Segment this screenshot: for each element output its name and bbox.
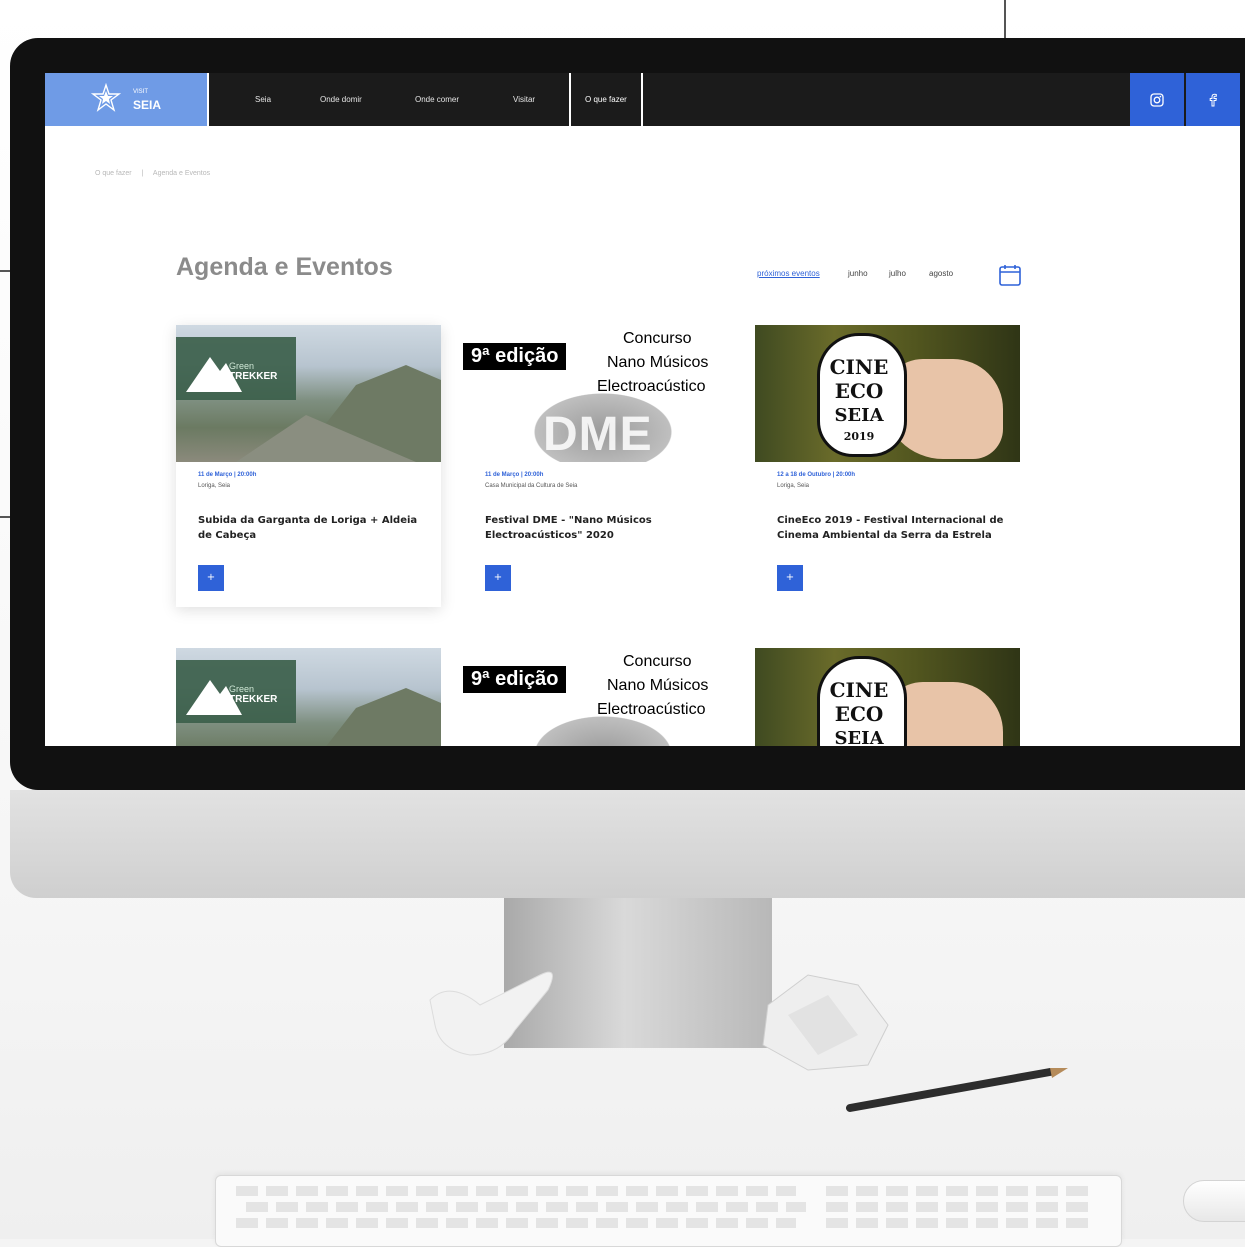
breadcrumb: O que fazer | Agenda e Eventos	[95, 170, 210, 177]
event-card[interactable]: CINE ECO SEIA	[755, 648, 1020, 746]
dme-image-text-nano: Nano Músicos	[607, 677, 709, 694]
filter-agosto[interactable]: agosto	[929, 269, 953, 278]
facebook-icon	[1209, 93, 1217, 106]
event-location: Casa Municipal da Cultura de Seia	[485, 483, 578, 489]
dme-image-text-edition: 9ª edição	[463, 343, 567, 370]
dme-image-text-concurso: Concurso	[623, 653, 692, 670]
pencil	[846, 1068, 1068, 1112]
event-card[interactable]: Green TREKKER	[176, 648, 441, 746]
event-image-dme: 9ª edição Concurso Nano Músicos Electroa…	[463, 648, 728, 746]
cineeco-text-year: 2019	[843, 430, 875, 443]
cineeco-text-seia: SEIA	[834, 728, 884, 746]
event-more-button[interactable]: +	[485, 565, 511, 591]
dme-image-text-edition: 9ª edição	[463, 666, 567, 693]
event-image-cineeco: CINE ECO SEIA	[755, 648, 1020, 746]
green-trekker-text-green: Green	[229, 361, 255, 371]
event-more-button[interactable]: +	[777, 565, 803, 591]
event-title[interactable]: CineEco 2019 - Festival Internacional de…	[777, 513, 1007, 543]
star-logo-icon	[91, 83, 121, 112]
logo-seia-text: SEIA	[133, 98, 162, 112]
nav-item-onde-comer[interactable]: Onde comer	[415, 73, 459, 126]
green-trekker-text-trekker: TREKKER	[229, 694, 278, 705]
breadcrumb-separator: |	[141, 170, 144, 177]
dme-image-text-electro: Electroacústico	[597, 378, 706, 395]
event-title[interactable]: Subida da Garganta de Loriga + Aldeia de…	[198, 513, 428, 543]
logo-visit-text: VISIT	[133, 89, 149, 95]
event-image-cineeco: CINE ECO SEIA 2019	[755, 325, 1020, 462]
green-trekker-text-trekker: TREKKER	[229, 371, 278, 382]
event-location: Loriga, Seia	[198, 483, 231, 489]
crumpled-paper	[762, 974, 889, 1071]
mouse	[1183, 1180, 1245, 1222]
page-title: Agenda e Eventos	[176, 253, 393, 281]
green-trekker-text-green: Green	[229, 684, 255, 694]
filter-junho[interactable]: junho	[848, 269, 868, 278]
event-image-green-trekker: Green TREKKER	[176, 648, 441, 746]
breadcrumb-item-agenda[interactable]: Agenda e Eventos	[153, 170, 210, 177]
dme-image-text-dme: DME	[543, 408, 653, 461]
instagram-button[interactable]	[1130, 73, 1184, 126]
event-date: 11 de Março | 20:00h	[485, 472, 544, 478]
keyboard	[215, 1175, 1122, 1247]
instagram-icon	[1150, 92, 1164, 107]
event-image-green-trekker: Green TREKKER	[176, 325, 441, 462]
cineeco-text-cine: CINE	[829, 678, 889, 702]
monitor-chin	[10, 790, 1245, 898]
event-card[interactable]: Green TREKKER 11 de Março | 20:00h Lorig…	[176, 325, 441, 607]
event-card[interactable]: CINE ECO SEIA 2019 12 a 18 de Outubro | …	[755, 325, 1020, 607]
event-location: Loriga, Seia	[777, 483, 810, 489]
nav-item-o-que-fazer[interactable]: O que fazer	[569, 73, 643, 126]
event-date: 11 de Março | 20:00h	[198, 472, 257, 478]
event-card[interactable]: DME 9ª edição Concurso Nano Músicos Elec…	[463, 325, 728, 607]
facebook-button[interactable]	[1186, 73, 1240, 126]
nav-item-seia[interactable]: Seia	[255, 73, 271, 126]
nav-item-visitar[interactable]: Visitar	[513, 73, 535, 126]
bird-figurine	[429, 971, 553, 1056]
dme-image-text-concurso: Concurso	[623, 330, 692, 347]
filter-proximos-eventos[interactable]: próximos eventos	[757, 269, 820, 278]
event-title[interactable]: Festival DME - "Nano Músicos Electroacús…	[485, 513, 715, 543]
cineeco-text-cine: CINE	[829, 355, 889, 379]
top-navigation-bar: VISIT SEIA Seia Onde domir Onde comer Vi…	[45, 73, 1240, 126]
cineeco-text-eco: ECO	[834, 379, 884, 403]
event-card[interactable]: 9ª edição Concurso Nano Músicos Electroa…	[463, 648, 728, 746]
event-date: 12 a 18 de Outubro | 20:00h	[777, 472, 856, 478]
event-more-button[interactable]: +	[198, 565, 224, 591]
breadcrumb-item-o-que-fazer[interactable]: O que fazer	[95, 170, 132, 177]
event-image-dme: DME 9ª edição Concurso Nano Músicos Elec…	[463, 325, 728, 462]
dme-image-text-electro: Electroacústico	[597, 701, 706, 718]
calendar-icon[interactable]	[998, 263, 1022, 287]
site-logo[interactable]: VISIT SEIA	[45, 73, 209, 126]
cineeco-text-eco: ECO	[834, 702, 884, 726]
filter-julho[interactable]: julho	[889, 269, 906, 278]
cineeco-text-seia: SEIA	[834, 405, 884, 426]
dme-image-text-nano: Nano Músicos	[607, 354, 709, 371]
monitor-screen: VISIT SEIA Seia Onde domir Onde comer Vi…	[45, 73, 1240, 746]
nav-item-onde-dormir[interactable]: Onde domir	[320, 73, 362, 126]
